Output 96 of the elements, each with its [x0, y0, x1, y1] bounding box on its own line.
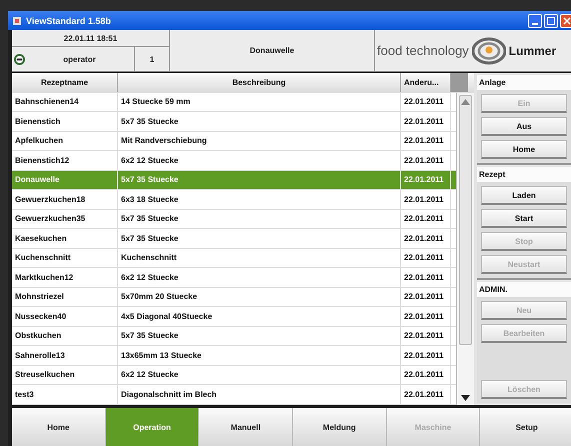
table-cell: 22.01.2011: [401, 268, 451, 286]
user-name: operator: [62, 54, 97, 64]
maximize-icon: [547, 16, 555, 24]
table-cell: Nussecken40: [12, 307, 118, 326]
table-cell: 5x7 35 Stuecke: [118, 112, 401, 130]
logo-brand: Lummer: [508, 44, 556, 58]
table-cell: 6x2 12 Stuecke: [118, 151, 401, 170]
table-cell: 13x65mm 13 Stuecke: [118, 346, 401, 364]
table-cell: 22.01.2011: [401, 170, 451, 189]
nav-tab[interactable]: Setup: [480, 408, 571, 446]
date-time: 22.01.11 18:51: [64, 34, 118, 42]
maximize-button[interactable]: [544, 14, 558, 28]
table-cell: 14 Stuecke 59 mm: [118, 92, 401, 111]
table-cell: 22.01.2011: [401, 190, 451, 208]
table-row[interactable]: Gewuerzkuchen35 5x7 35 Stuecke 22.01.2011: [12, 210, 456, 229]
minimize-icon: [532, 22, 538, 24]
table-cell: Gewuerzkuchen35: [12, 210, 118, 228]
table-cell: Streuselkuchen: [12, 366, 118, 384]
table-row[interactable]: Kuchenschnitt Kuchenschnitt 22.01.2011: [12, 248, 456, 268]
status-icon: [14, 54, 25, 64]
table-row[interactable]: Mohnstriezel 5x70mm 20 Stuecke 22.01.2011: [12, 288, 456, 307]
nav-tab[interactable]: Home: [12, 408, 106, 446]
table-row[interactable]: Obstkuchen 5x7 35 Stuecke 22.01.2011: [12, 326, 456, 346]
table-cell: 5x7 35 Stuecke: [118, 210, 401, 228]
section-title: Anlage: [477, 75, 571, 90]
spiral-logo-icon: [472, 36, 506, 64]
scrollbar-corner: [451, 73, 468, 92]
action-button[interactable]: Home: [481, 140, 567, 159]
table-cell: Bienenstich12: [12, 151, 118, 170]
scrollbar[interactable]: [456, 92, 474, 405]
table-cell: 6x2 12 Stuecke: [118, 268, 401, 286]
table-cell: 6x3 18 Stuecke: [118, 190, 401, 208]
app-icon: [12, 16, 22, 26]
table-cell: 5x7 35 Stuecke: [118, 326, 401, 345]
table-cell: 22.01.2011: [401, 132, 451, 150]
table-row[interactable]: Marktkuchen12 6x2 12 Stuecke 22.01.2011: [12, 268, 456, 288]
table-row[interactable]: Nussecken40 4x5 Diagonal 40Stuecke 22.01.2011: [12, 307, 456, 326]
table-cell: Kaesekuchen: [12, 229, 118, 248]
table-row[interactable]: Sahnerolle13 13x65mm 13 Stuecke 22.01.2011: [12, 346, 456, 366]
table-cell: Mohnstriezel: [12, 288, 118, 306]
table-cell: 22.01.2011: [401, 288, 451, 306]
table-cell: 5x7 35 Stuecke: [118, 170, 401, 189]
table-cell: 22.01.2011: [401, 326, 451, 345]
table-cell: Donauwelle: [12, 170, 118, 189]
table-cell: 4x5 Diagonal 40Stuecke: [118, 307, 401, 326]
column-header[interactable]: Beschreibung: [118, 73, 401, 92]
table-cell: Apfelkuchen: [12, 132, 118, 150]
close-icon: [563, 16, 571, 24]
action-button[interactable]: Start: [481, 209, 567, 228]
minimize-button[interactable]: [528, 14, 542, 28]
table-cell: Sahnerolle13: [12, 346, 118, 364]
table-cell: Gewuerzkuchen18: [12, 190, 118, 208]
table-cell: 22.01.2011: [401, 92, 451, 111]
scroll-thumb[interactable]: [459, 94, 472, 344]
table-cell: 22.01.2011: [401, 346, 451, 364]
table-row[interactable]: Streuselkuchen 6x2 12 Stuecke 22.01.2011: [12, 366, 456, 385]
up-arrow-icon: [461, 98, 470, 104]
table-row[interactable]: Kaesekuchen 5x7 35 Stuecke 22.01.2011: [12, 229, 456, 248]
nav-tab[interactable]: Meldung: [293, 408, 387, 446]
nav-tab[interactable]: Manuell: [199, 408, 294, 446]
table-row[interactable]: Bahnschienen14 14 Stuecke 59 mm 22.01.2011: [12, 92, 456, 112]
table-cell: 5x7 35 Stuecke: [118, 229, 401, 248]
table-cell: 5x70mm 20 Stuecke: [118, 288, 401, 306]
window-title: ViewStandard 1.58b: [26, 16, 112, 26]
action-button[interactable]: Aus: [481, 117, 567, 136]
logo-tagline: food technology: [377, 43, 469, 58]
table-cell: 22.01.2011: [401, 366, 451, 384]
table-cell: 22.01.2011: [401, 151, 451, 170]
table-cell: test3: [12, 385, 118, 404]
table-cell: Kuchenschnitt: [118, 248, 401, 267]
table-cell: 22.01.2011: [401, 307, 451, 326]
current-recipe: Donauwelle: [250, 46, 294, 55]
table-cell: 22.01.2011: [401, 248, 451, 267]
table-row[interactable]: Apfelkuchen Mit Randverschiebung 22.01.2011: [12, 132, 456, 151]
table-cell: 22.01.2011: [401, 112, 451, 130]
table-cell: Bienenstich: [12, 112, 118, 130]
action-button[interactable]: Laden: [481, 186, 567, 205]
table-cell: 6x2 12 Stuecke: [118, 366, 401, 384]
table-cell: Mit Randverschiebung: [118, 132, 401, 150]
table-cell: Diagonalschnitt im Blech: [118, 385, 401, 404]
table-cell: 22.01.2011: [401, 210, 451, 228]
column-header[interactable]: Rezeptname: [12, 73, 118, 92]
table-cell: 22.01.2011: [401, 385, 451, 404]
section-title: ADMIN.: [477, 282, 571, 297]
table-row[interactable]: Gewuerzkuchen18 6x3 18 Stuecke 22.01.2011: [12, 190, 456, 210]
table-row[interactable]: test3 Diagonalschnitt im Blech 22.01.2011: [12, 385, 456, 404]
down-arrow-icon[interactable]: [461, 395, 470, 401]
section-title: Rezept: [477, 167, 571, 182]
table-cell: Bahnschienen14: [12, 92, 118, 111]
table-row[interactable]: Bienenstich 5x7 35 Stuecke 22.01.2011: [12, 112, 456, 132]
close-button[interactable]: [560, 14, 571, 28]
table-cell: 22.01.2011: [401, 229, 451, 248]
table-cell: Kuchenschnitt: [12, 248, 118, 267]
station-number: 1: [150, 54, 154, 64]
table-cell: Obstkuchen: [12, 326, 118, 345]
table-cell: Marktkuchen12: [12, 268, 118, 286]
